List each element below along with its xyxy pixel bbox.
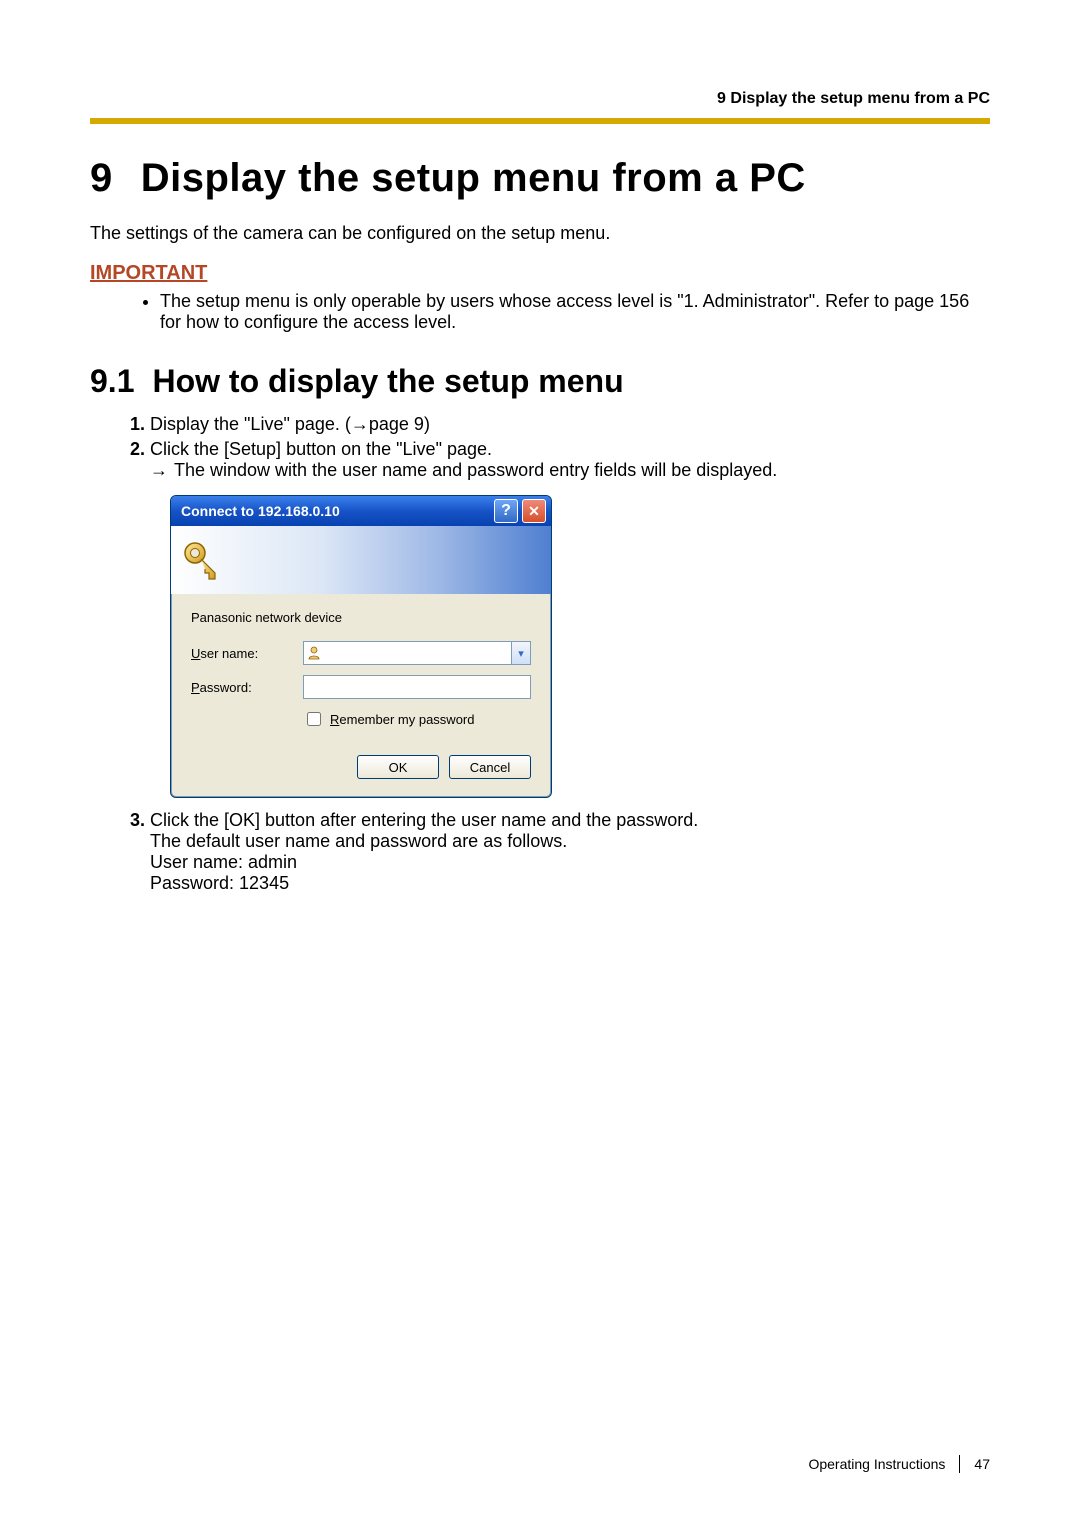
cancel-button[interactable]: Cancel [449,755,531,779]
password-row: Password: [191,675,531,699]
remember-checkbox[interactable] [307,712,321,726]
password-field[interactable] [303,675,531,699]
step-3-line1: Click the [OK] button after entering the… [150,810,698,830]
password-label: Password: [191,680,303,695]
key-icon [181,539,223,581]
section-number: 9.1 [90,363,134,399]
step-3-line4: Password: 12345 [150,873,289,893]
dialog-button-row: OK Cancel [191,755,531,779]
step-3: Click the [OK] button after entering the… [150,810,990,894]
remember-row: Remember my password [303,709,531,729]
auth-dialog: Connect to 192.168.0.10 ? ✕ [170,495,552,798]
dialog-titlebar: Connect to 192.168.0.10 ? ✕ [171,496,551,526]
important-label: IMPORTANT [90,262,990,285]
chapter-heading: 9 Display the setup menu from a PC [90,156,990,201]
footer-doc: Operating Instructions [808,1456,945,1472]
help-icon[interactable]: ? [494,499,518,523]
step-2: Click the [Setup] button on the "Live" p… [150,439,990,798]
step-1-text: Display the "Live" page. (→page 9) [150,414,430,434]
username-label: User name: [191,646,303,661]
username-field[interactable]: ▾ [303,641,531,665]
user-icon [304,642,324,664]
important-list: The setup menu is only operable by users… [90,291,990,333]
remember-label: Remember my password [330,712,475,727]
dialog-banner [171,526,551,594]
section-title: How to display the setup menu [152,363,623,399]
footer-separator [959,1455,960,1473]
step-3-line3: User name: admin [150,852,297,872]
page: 9 Display the setup menu from a PC 9 Disp… [0,0,1080,1527]
important-bullet: The setup menu is only operable by users… [160,291,990,333]
chapter-number: 9 [90,156,113,200]
chapter-intro: The settings of the camera can be config… [90,223,990,244]
step-2-sub: → The window with the user name and passw… [150,460,990,481]
step-2-sub-text: The window with the user name and passwo… [174,460,777,480]
dialog-body: Panasonic network device User name: [171,594,551,797]
step-3-line2: The default user name and password are a… [150,831,567,851]
username-input[interactable] [324,642,511,664]
section-heading: 9.1 How to display the setup menu [90,363,990,400]
page-footer: Operating Instructions 47 [808,1455,990,1473]
step-2-text: Click the [Setup] button on the "Live" p… [150,439,492,459]
header-rule [90,118,990,124]
device-name: Panasonic network device [191,610,531,625]
steps-list: Display the "Live" page. (→page 9) Click… [90,414,990,894]
ok-button[interactable]: OK [357,755,439,779]
step-1: Display the "Live" page. (→page 9) [150,414,990,435]
chapter-title: Display the setup menu from a PC [141,156,806,200]
running-header: 9 Display the setup menu from a PC [90,90,990,108]
arrow-icon: → [150,460,168,480]
close-icon[interactable]: ✕ [522,499,546,523]
footer-page: 47 [974,1456,990,1472]
chevron-down-icon[interactable]: ▾ [511,642,530,664]
dialog-title: Connect to 192.168.0.10 [181,503,490,519]
username-row: User name: ▾ [191,641,531,665]
